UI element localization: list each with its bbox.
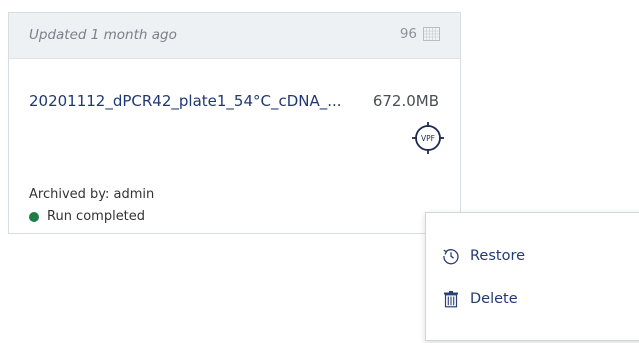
plate-grid-icon (423, 27, 440, 41)
restore-icon (443, 249, 459, 265)
archived-by: Archived by: admin (29, 187, 155, 202)
updated-timestamp: Updated 1 month ago (29, 27, 177, 43)
vpf-target-icon: VPF (412, 122, 444, 154)
well-count: 96 (400, 26, 440, 42)
file-size: 672.0MB (372, 92, 439, 110)
run-card[interactable]: Updated 1 month ago 96 20201112_dPCR42_p… (8, 12, 461, 234)
status-text: Run completed (47, 209, 146, 224)
menu-item-restore[interactable]: Restore (442, 247, 525, 265)
menu-item-restore-label: Restore (470, 248, 526, 264)
menu-item-delete[interactable]: Delete (442, 290, 518, 308)
run-status: Run completed (29, 209, 145, 224)
vpf-label: VPF (421, 134, 435, 143)
status-dot (29, 211, 39, 222)
file-name[interactable]: 20201112_dPCR42_plate1_54°C_cDNA_... (29, 92, 347, 110)
card-header: Updated 1 month ago 96 (9, 13, 460, 59)
trash-icon (444, 291, 458, 308)
menu-item-delete-label: Delete (470, 291, 518, 307)
context-menu: Restore Delete (425, 212, 639, 341)
well-count-value: 96 (399, 26, 417, 42)
